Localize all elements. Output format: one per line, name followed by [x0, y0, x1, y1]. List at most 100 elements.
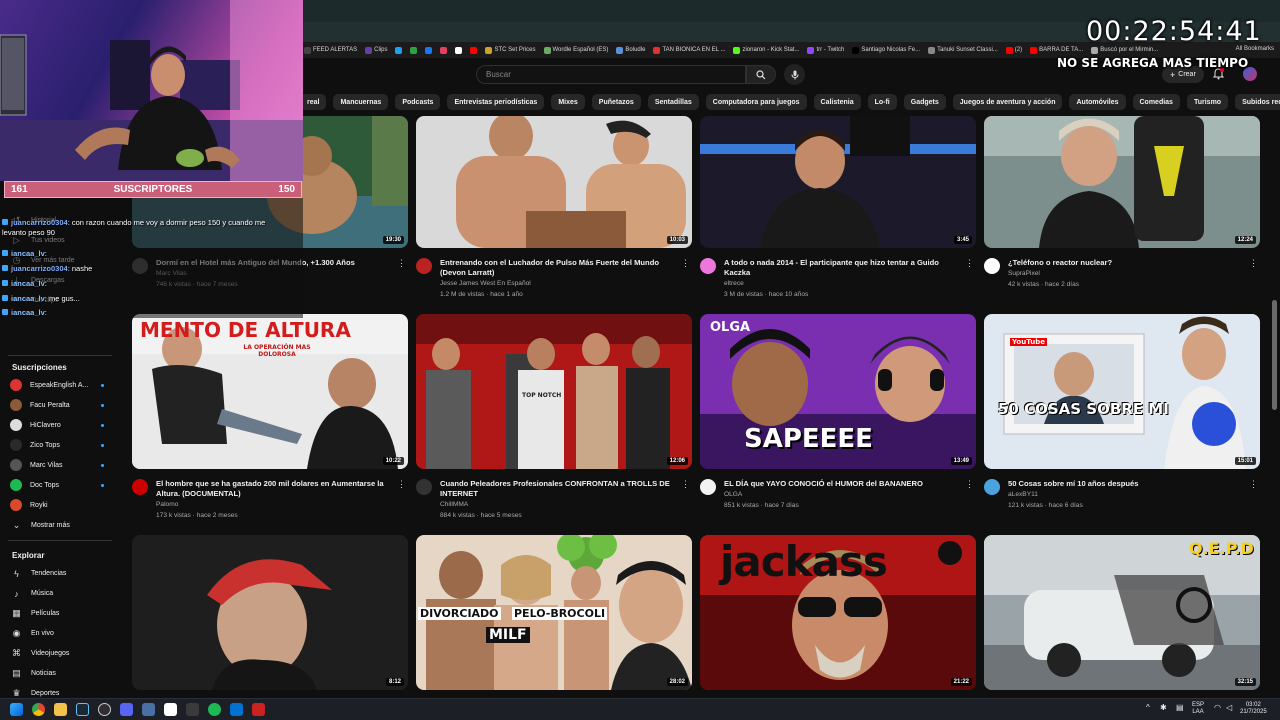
file-explorer-icon[interactable]	[54, 703, 67, 716]
bookmark-item[interactable]: TAN BIONICA EN EL ...	[653, 46, 725, 54]
video-channel-name[interactable]: SupraPixel	[1008, 270, 1040, 277]
filter-chip[interactable]: Sentadillas	[647, 94, 699, 110]
video-title[interactable]: EL DÍA que YAYO CONOCIÓ el HUMOR del BAN…	[724, 479, 960, 489]
monitor-app-icon[interactable]	[142, 703, 155, 716]
obs-icon[interactable]	[98, 703, 111, 716]
bookmark-item[interactable]	[410, 46, 418, 54]
bookmark-item[interactable]	[470, 46, 478, 54]
video-title[interactable]: A todo o nada 2014 - El participante que…	[724, 258, 960, 278]
subscription-item[interactable]: Facu Peralta	[10, 399, 116, 411]
video-card[interactable]: MENTO DE ALTURA LA OPERACIÓN MAS DOLOROSA…	[132, 314, 408, 519]
video-menu-icon[interactable]: ⋮	[397, 479, 406, 490]
video-channel-name[interactable]: eltrece	[724, 280, 744, 287]
video-title[interactable]: 50 Cosas sobre mí 10 años después	[1008, 479, 1244, 489]
video-menu-icon[interactable]: ⋮	[681, 479, 690, 490]
bookmark-item[interactable]	[455, 46, 463, 54]
channel-avatar[interactable]	[416, 258, 432, 274]
video-card[interactable]: 10:03 Entrenando con el Luchador de Pulso…	[416, 116, 692, 311]
video-menu-icon[interactable]: ⋮	[965, 258, 974, 269]
video-title[interactable]: El hombre que se ha gastado 200 mil dola…	[156, 479, 392, 499]
language-indicator[interactable]: ESP LAA	[1192, 702, 1204, 716]
bookmark-item[interactable]: Boludle	[616, 46, 645, 54]
channel-avatar[interactable]	[132, 479, 148, 495]
filter-chip[interactable]: Calistenia	[813, 94, 861, 110]
bookmark-item[interactable]: BARRA DE TA...	[1030, 46, 1083, 54]
bookmark-item[interactable]: (2)	[1005, 46, 1022, 54]
video-channel-name[interactable]: aLexBY11	[1008, 491, 1038, 498]
tray-chevron-icon[interactable]: ^	[1146, 704, 1150, 712]
video-channel-name[interactable]: Jesse James West En Español	[440, 280, 531, 287]
filter-chip[interactable]: Automóviles	[1069, 94, 1126, 110]
filter-chip[interactable]: Juegos de aventura y acción	[952, 94, 1063, 110]
tray-network-icon[interactable]: ▤	[1176, 704, 1184, 712]
subscription-item[interactable]: Royki	[10, 499, 116, 511]
filter-chip[interactable]: Subidos recientemente	[1235, 94, 1280, 110]
video-menu-icon[interactable]: ⋮	[1249, 479, 1258, 490]
video-thumbnail[interactable]: DIVORCIADO PELO-BROCOLI MILF 28:02	[416, 535, 692, 690]
filter-chip[interactable]: Lo-fi	[867, 94, 897, 110]
video-card[interactable]: TOP NOTCH 12:06 Cuando Peleadores Profesio…	[416, 314, 692, 519]
video-thumbnail[interactable]: 3:45	[700, 116, 976, 248]
explore-item[interactable]: ▦ Películas	[10, 607, 116, 620]
explore-item[interactable]: ϟ Tendencias	[10, 567, 116, 580]
video-menu-icon[interactable]: ⋮	[1249, 258, 1258, 269]
video-card[interactable]: OLGA SAPEEEE 13:49 EL DÍA que YAYO CONOCIÓ …	[700, 314, 976, 509]
bookmark-item[interactable]: FEED ALERTAS	[304, 46, 357, 54]
explore-item[interactable]: ⌘ Videojuegos	[10, 647, 116, 660]
channel-avatar[interactable]	[700, 479, 716, 495]
subscription-item[interactable]: Marc Vilas	[10, 459, 116, 471]
capcut-icon[interactable]	[164, 703, 177, 716]
tray-bluetooth-icon[interactable]: ✱	[1160, 704, 1167, 712]
video-thumbnail[interactable]: OLGA SAPEEEE 13:49	[700, 314, 976, 469]
filter-chip[interactable]: Mancuernas	[333, 94, 389, 110]
tray-volume-icon[interactable]: ◁	[1226, 704, 1232, 712]
bookmark-item[interactable]	[425, 46, 433, 54]
video-thumbnail[interactable]: Q.E.P.D 32:15	[984, 535, 1260, 690]
bookmark-item[interactable]: Clips	[365, 46, 387, 54]
video-card[interactable]: 12:24 ¿Teléfono o reactor nuclear? SupraPi…	[984, 116, 1260, 311]
spotify-icon[interactable]	[208, 703, 221, 716]
bookmark-item[interactable]: trr - Twitch	[807, 46, 844, 54]
channel-avatar[interactable]	[700, 258, 716, 274]
explore-item[interactable]: ◉ En vivo	[10, 627, 116, 640]
filter-chip[interactable]: Podcasts	[395, 94, 441, 110]
video-title[interactable]: Cuando Peleadores Profesionales CONFRONT…	[440, 479, 676, 499]
filter-chip[interactable]: Mixes	[551, 94, 585, 110]
explore-item[interactable]: ▤ Noticias	[10, 667, 116, 680]
video-card[interactable]: Q.E.P.D 32:15	[984, 535, 1260, 690]
bookmark-item[interactable]: Buscó por el Mirmin...	[1091, 46, 1158, 54]
subscription-item[interactable]: EspeakEnglish A...	[10, 379, 116, 391]
bookmark-item[interactable]: STC Set Prices	[485, 46, 536, 54]
bookmark-item[interactable]	[440, 46, 448, 54]
page-scrollbar[interactable]	[1272, 300, 1277, 410]
filter-chip[interactable]: Gadgets	[903, 94, 946, 110]
bookmark-item[interactable]: Santiago Nicolas Fe...	[852, 46, 920, 54]
video-card[interactable]: jackass 21:22	[700, 535, 976, 690]
discord-icon[interactable]	[120, 703, 133, 716]
red-app-icon[interactable]	[252, 703, 265, 716]
bookmark-item[interactable]: Tanuki Sunset Classi...	[928, 46, 998, 54]
video-card[interactable]: DIVORCIADO PELO-BROCOLI MILF 28:02	[416, 535, 692, 690]
tray-wifi-icon[interactable]: ◠	[1214, 704, 1221, 712]
chrome-icon[interactable]	[32, 703, 45, 716]
video-thumbnail[interactable]: 8:12	[132, 535, 408, 690]
bookmark-item[interactable]: Wordle Español (ES)	[543, 46, 608, 54]
video-channel-name[interactable]: OLGA	[724, 491, 742, 498]
search-button[interactable]	[746, 65, 776, 84]
channel-avatar[interactable]	[416, 479, 432, 495]
channel-avatar[interactable]	[984, 479, 1000, 495]
video-card[interactable]: 3:45 A todo o nada 2014 - El participante…	[700, 116, 976, 311]
video-menu-icon[interactable]: ⋮	[397, 258, 406, 269]
video-channel-name[interactable]: Palomo	[156, 501, 178, 508]
video-title[interactable]: ¿Teléfono o reactor nuclear?	[1008, 258, 1244, 268]
video-thumbnail[interactable]: TOP NOTCH 12:06	[416, 314, 692, 469]
video-menu-icon[interactable]: ⋮	[681, 258, 690, 269]
voice-search-button[interactable]	[784, 64, 805, 85]
filter-chip[interactable]: Comedias	[1132, 94, 1180, 110]
filter-chip[interactable]: Computadora para juegos	[705, 94, 807, 110]
filter-chip[interactable]: real	[300, 94, 327, 110]
filter-chip[interactable]: Entrevistas periodísticas	[447, 94, 545, 110]
show-more-button[interactable]: ⌄ Mostrar más	[10, 519, 116, 532]
subscription-item[interactable]: Doc Tops	[10, 479, 116, 491]
media-app-icon[interactable]	[186, 703, 199, 716]
